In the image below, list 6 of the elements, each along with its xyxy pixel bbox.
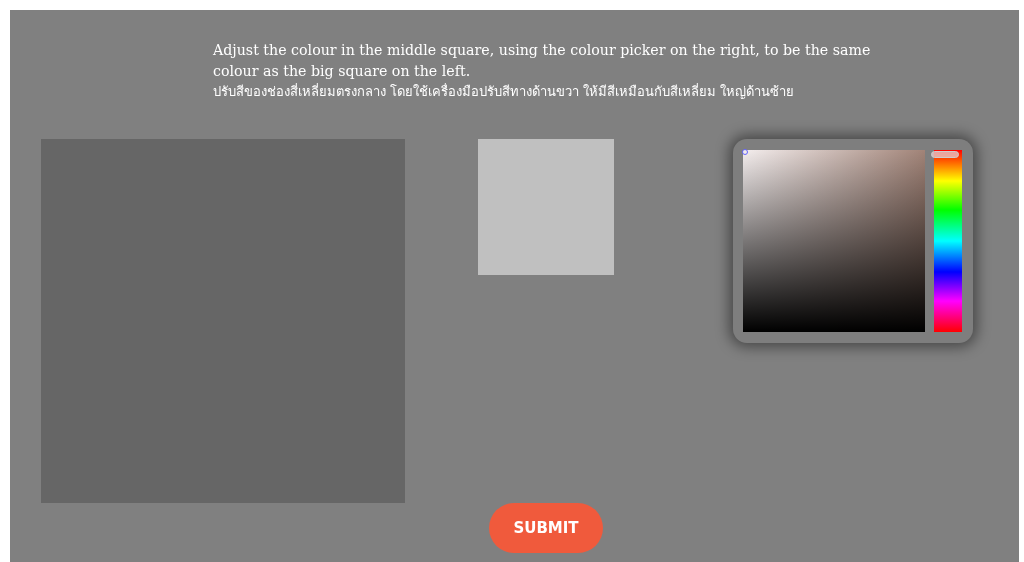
hue-slider[interactable] [934, 150, 962, 332]
submit-button[interactable]: SUBMIT [489, 503, 603, 553]
instruction-text: ปรับสีของช่องสี่เหลี่ยมตรงกลาง โดยใช้เครื่องมือปรับสีทางด้านขวา ให้มีสีเหมือนกับสีเหลี่ยม ใหญ่ด้านซ้าย [213, 82, 796, 101]
instruction-text: Adjust the colour in the middle square, using the colour picker on the right, to be the same colour as the big square on the left. [213, 41, 872, 81]
saturation-brightness-field[interactable] [743, 150, 925, 332]
slider-handle[interactable] [931, 150, 959, 158]
